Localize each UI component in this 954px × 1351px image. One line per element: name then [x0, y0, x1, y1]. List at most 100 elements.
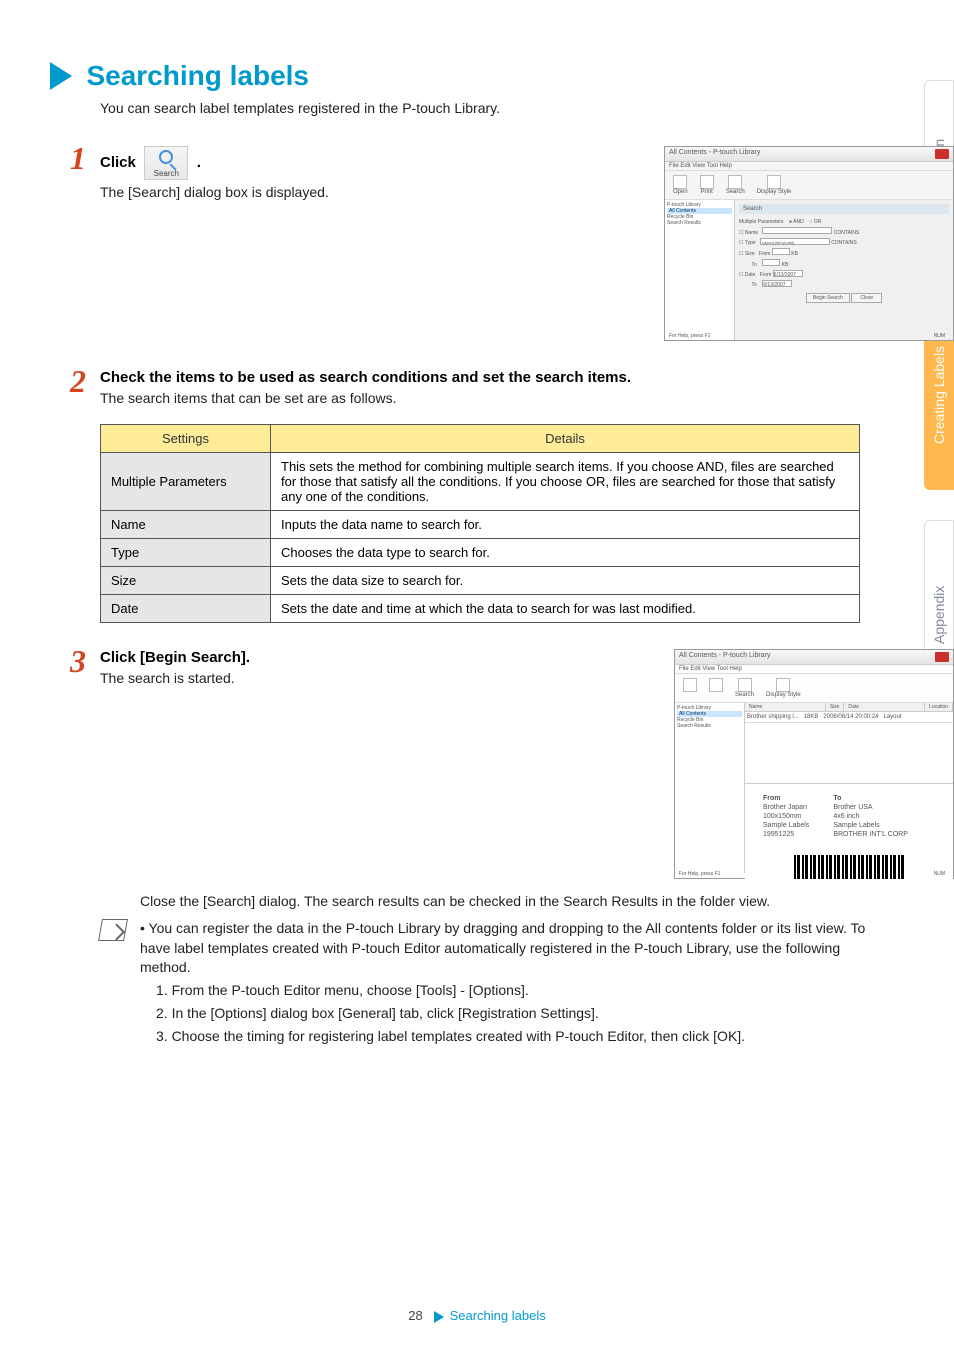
- ss2-status: For Help, press F1: [679, 871, 720, 877]
- ss2-row-type: Layout: [884, 714, 902, 720]
- row-type: Type: [101, 539, 271, 567]
- search-icon-label: Search: [145, 169, 187, 178]
- th-details: Details: [271, 425, 860, 453]
- ss1-status: For Help, press F1: [669, 333, 710, 339]
- print-icon: [709, 678, 723, 692]
- step-1-period: .: [197, 154, 201, 171]
- ss1-size: Size: [745, 251, 755, 257]
- display-icon: [767, 175, 781, 189]
- note-bullet: You can register the data in the P-touch…: [140, 920, 865, 975]
- close-icon: [935, 149, 949, 159]
- row-size: Size: [101, 567, 271, 595]
- search-icon: [728, 175, 742, 189]
- note-icon: [98, 919, 128, 941]
- note-step-2: 2. In the [Options] dialog box [General]…: [156, 1003, 884, 1024]
- note-step-1: 1. From the P-touch Editor menu, choose …: [156, 980, 884, 1001]
- print-icon: [700, 175, 714, 189]
- footer-link[interactable]: Searching labels: [450, 1308, 546, 1323]
- ss1-or: OR: [814, 219, 822, 225]
- intro-text: You can search label templates registere…: [100, 100, 904, 116]
- ss1-begin-button: Begin Search: [806, 293, 850, 303]
- page-heading: Searching labels: [86, 60, 309, 92]
- ss2-col-size: Size: [826, 703, 845, 711]
- search-settings-table: Settings Details Multiple Parameters Thi…: [100, 424, 860, 623]
- ss1-menu: File Edit View Tool Help: [665, 162, 953, 171]
- step-1-number: 1: [70, 140, 86, 177]
- ss1-dto: To: [751, 282, 756, 288]
- row-date: Date: [101, 595, 271, 623]
- ss1-from: From: [759, 251, 771, 257]
- ss1-kb2: KB: [782, 262, 789, 268]
- ss1-dfrom: From: [760, 272, 772, 278]
- ss2-from-3: Sample Labels: [763, 822, 809, 829]
- open-icon: [673, 175, 687, 189]
- toolbar-search-button-image: Search: [144, 146, 188, 180]
- footer-page: 28: [408, 1308, 422, 1323]
- ss1-title: All Contents - P-touch Library: [669, 149, 760, 159]
- ss2-from-4: 19951225: [763, 831, 794, 838]
- step-1-click: Click: [100, 154, 136, 171]
- ss1-close-button: Close: [851, 293, 882, 303]
- ss2-col-date: Date: [844, 703, 925, 711]
- row-multiple-parameters-detail: This sets the method for combining multi…: [271, 453, 860, 511]
- ss1-num: NUM: [934, 333, 945, 339]
- step-3-number: 3: [70, 643, 86, 680]
- row-name-detail: Inputs the data name to search for.: [271, 511, 860, 539]
- close-icon: [935, 652, 949, 662]
- ss1-name: Name: [745, 230, 758, 236]
- ss2-to-h: To: [833, 795, 841, 802]
- row-size-detail: Sets the data size to search for.: [271, 567, 860, 595]
- ss1-to: To: [751, 262, 756, 268]
- note-step-3: 3. Choose the timing for registering lab…: [156, 1026, 884, 1047]
- ss2-from-h: From: [763, 795, 781, 802]
- ss2-menu: File Edit View Tool Help: [675, 665, 953, 674]
- ss2-display: Display Style: [766, 692, 801, 698]
- screenshot-search-dialog: All Contents - P-touch Library File Edit…: [664, 146, 954, 341]
- ss1-search: Search: [726, 189, 745, 195]
- ss2-row-date: 2006/06/14 20:00:24: [823, 714, 878, 720]
- ss1-contains1: CONTAINS: [834, 230, 859, 236]
- ss1-open: Open: [673, 189, 688, 195]
- search-icon: [738, 678, 752, 692]
- ss1-type: Type: [745, 240, 756, 246]
- row-date-detail: Sets the date and time at which the data…: [271, 595, 860, 623]
- step-2-number: 2: [70, 363, 86, 400]
- ss1-tree-results: Search Results: [667, 220, 732, 226]
- step-2-sub: The search items that can be set are as …: [100, 390, 954, 406]
- ss2-col-location: Location: [925, 703, 953, 711]
- footer-triangle-icon: [434, 1311, 444, 1323]
- ss2-col-name: Name: [745, 703, 826, 711]
- ss2-from-1: Brother Japan: [763, 804, 807, 811]
- ss1-kb1: KB: [791, 251, 798, 257]
- step-2-title: Check the items to be used as search con…: [100, 369, 954, 386]
- row-multiple-parameters: Multiple Parameters: [101, 453, 271, 511]
- ss2-row-size: 18KB: [804, 714, 819, 720]
- ss2-to-2: 4x6 inch: [833, 813, 859, 820]
- ss2-to-4: BROTHER INT'L CORP: [833, 831, 908, 838]
- ss2-title: All Contents - P-touch Library: [679, 652, 770, 662]
- step-3-title: Click [Begin Search].: [100, 649, 624, 666]
- display-icon: [776, 678, 790, 692]
- ss2-search: Search: [735, 692, 754, 698]
- ss1-multi: Multiple Parameters: [739, 219, 783, 225]
- step-3-sub: The search is started.: [100, 670, 624, 686]
- ss1-display: Display Style: [757, 189, 792, 195]
- row-type-detail: Chooses the data type to search for.: [271, 539, 860, 567]
- ss2-num: NUM: [934, 871, 945, 877]
- ss2-to-1: Brother USA: [833, 804, 872, 811]
- search-icon: [159, 150, 173, 164]
- barcode-preview: [794, 855, 904, 879]
- th-settings: Settings: [101, 425, 271, 453]
- close-hint-text: Close the [Search] dialog. The search re…: [140, 893, 904, 909]
- row-name: Name: [101, 511, 271, 539]
- heading-triangle-icon: [50, 62, 72, 90]
- ss1-print: Print: [701, 189, 713, 195]
- ss1-contains2: CONTAINS: [831, 240, 856, 246]
- ss2-to-3: Sample Labels: [833, 822, 879, 829]
- screenshot-search-results: All Contents - P-touch Library File Edit…: [674, 649, 954, 879]
- open-icon: [683, 678, 697, 692]
- ss1-search-header: Search: [739, 204, 949, 214]
- ss1-and: AND: [793, 219, 804, 225]
- step-1-sub: The [Search] dialog box is displayed.: [100, 184, 624, 200]
- ss2-from-2: 100x150mm: [763, 813, 802, 820]
